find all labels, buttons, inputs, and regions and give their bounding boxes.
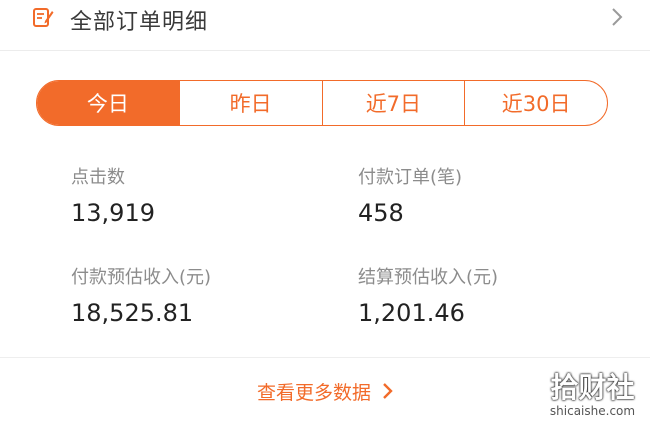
stat-value: 1,201.46 <box>358 299 465 327</box>
stat-value: 458 <box>358 199 404 227</box>
order-details-header[interactable]: 全部订单明细 <box>0 0 650 51</box>
date-range-tabs: 今日 昨日 近7日 近30日 <box>36 80 608 126</box>
divider <box>0 357 650 358</box>
stat-value: 13,919 <box>71 199 155 227</box>
chevron-right-icon[interactable] <box>610 6 624 28</box>
view-more-label: 查看更多数据 <box>256 381 371 404</box>
stat-label: 付款订单(笔) <box>358 167 463 188</box>
stat-paid-estimated-income: 付款预估收入(元) 18,525.81 <box>71 263 211 327</box>
stat-value: 18,525.81 <box>71 299 194 327</box>
stat-settled-estimated-income: 结算预估收入(元) 1,201.46 <box>358 263 498 327</box>
stat-label: 点击数 <box>71 167 125 188</box>
watermark-logo: 拾财社 shicaishe.com <box>540 372 645 424</box>
tab-last-30-days[interactable]: 近30日 <box>464 81 607 125</box>
page-title: 全部订单明细 <box>70 10 209 35</box>
stat-clicks: 点击数 13,919 <box>71 163 155 227</box>
tab-yesterday[interactable]: 昨日 <box>178 81 322 125</box>
chevron-right-icon <box>383 383 393 399</box>
watermark-main-text: 拾财社 <box>550 371 635 404</box>
stat-label: 结算预估收入(元) <box>358 267 499 288</box>
stat-paid-orders: 付款订单(笔) 458 <box>358 163 462 227</box>
tab-last-7-days[interactable]: 近7日 <box>321 81 465 125</box>
order-edit-icon <box>33 8 54 27</box>
tab-today[interactable]: 今日 <box>37 81 179 125</box>
watermark-sub-text: shicaishe.com <box>549 404 636 418</box>
stat-label: 付款预估收入(元) <box>71 267 212 288</box>
